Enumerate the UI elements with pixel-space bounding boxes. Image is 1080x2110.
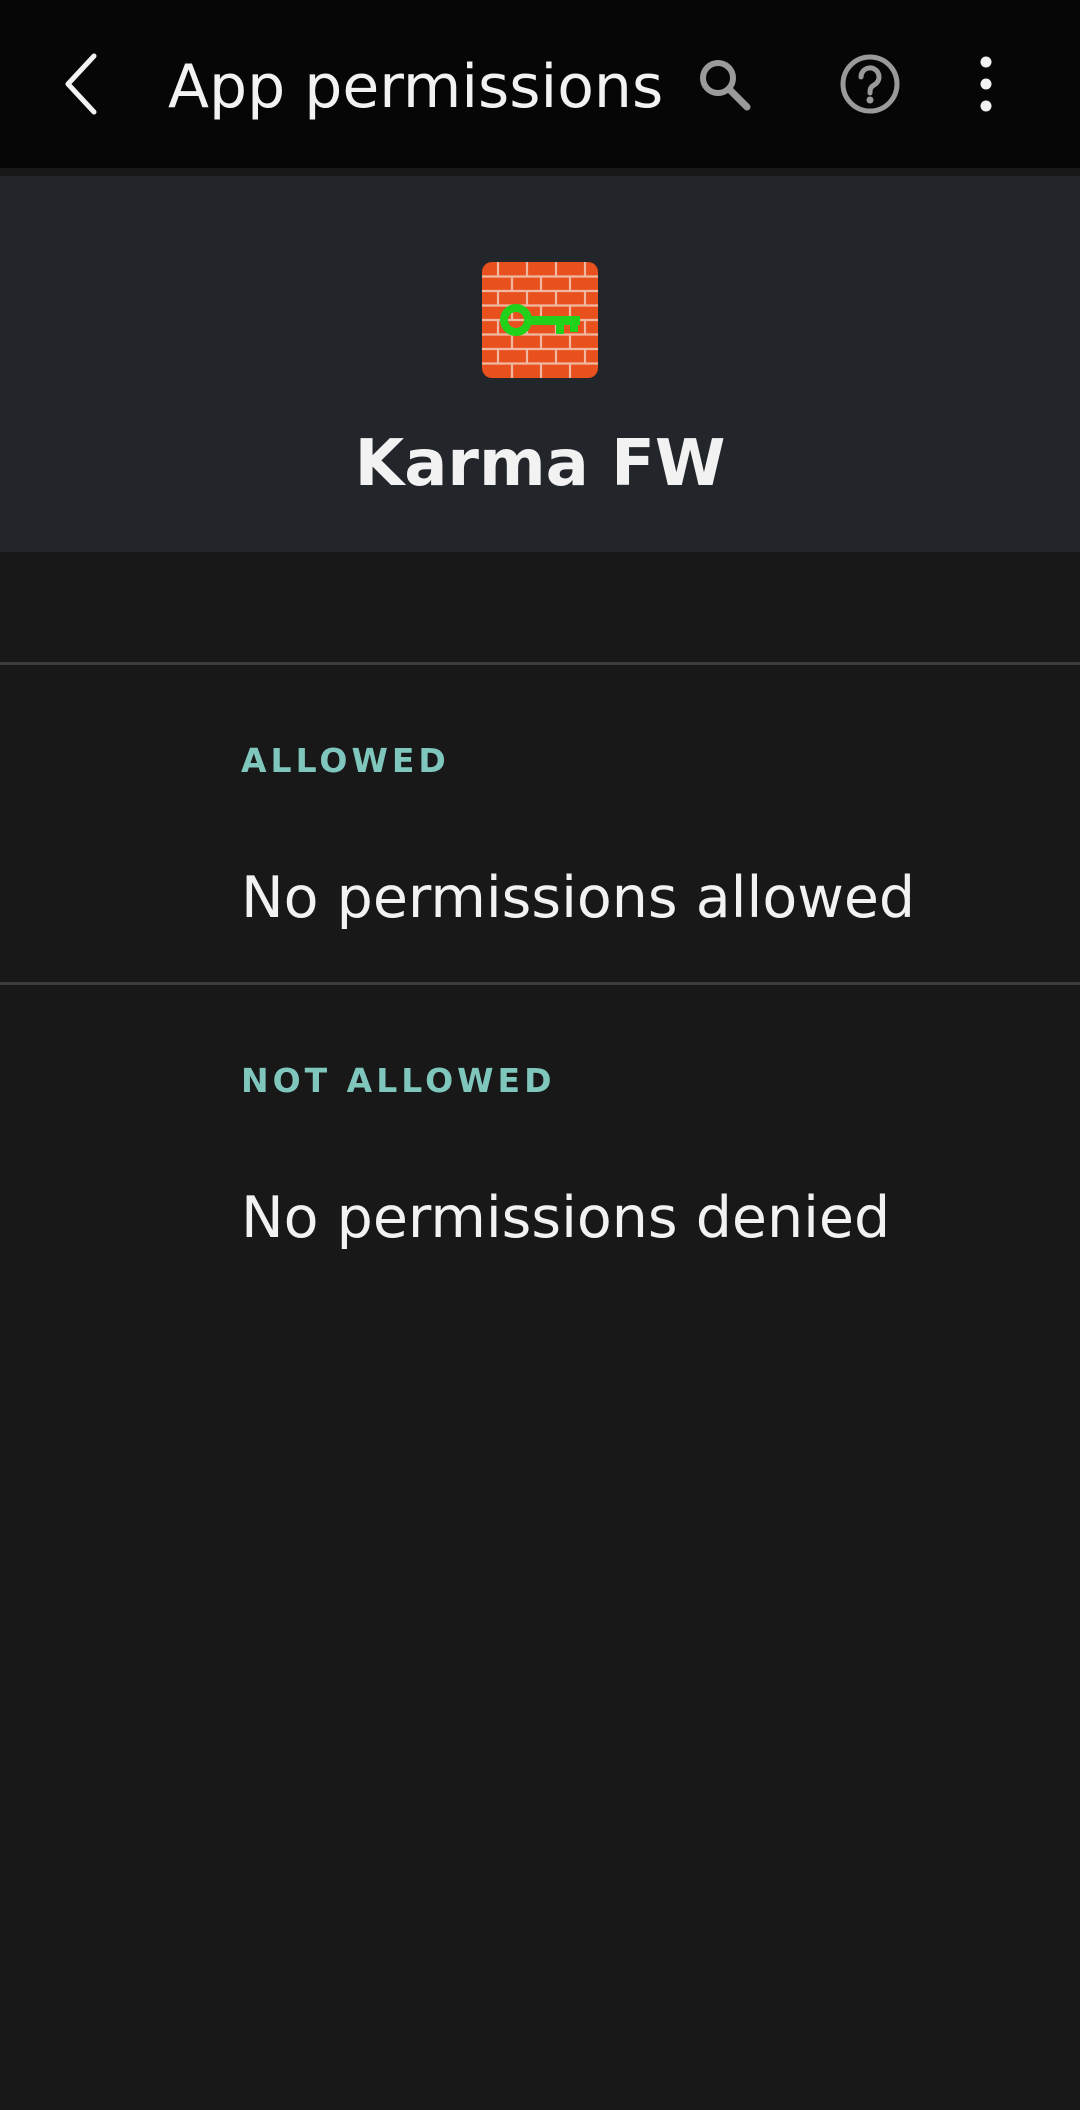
search-button[interactable] [684,44,764,124]
back-button[interactable] [50,44,114,124]
chevron-left-icon [65,53,97,115]
page-title: App permissions [168,52,664,122]
search-icon [700,60,751,111]
more-vert-icon [980,56,992,112]
firewall-key-icon [482,262,598,378]
section-header-allowed: ALLOWED [241,741,450,780]
help-button[interactable] [830,44,910,124]
help-circle-icon [840,54,900,114]
section-divider [0,982,1080,985]
top-app-bar: App permissions [0,0,1080,168]
allowed-empty-message: No permissions allowed [241,865,916,931]
app-info-header: Karma FW [0,176,1080,552]
app-name: Karma FW [354,427,726,501]
section-divider [0,662,1080,665]
more-options-button[interactable] [946,44,1026,124]
section-header-not-allowed: NOT ALLOWED [241,1061,556,1100]
app-icon [482,262,598,378]
not-allowed-empty-message: No permissions denied [241,1185,891,1251]
